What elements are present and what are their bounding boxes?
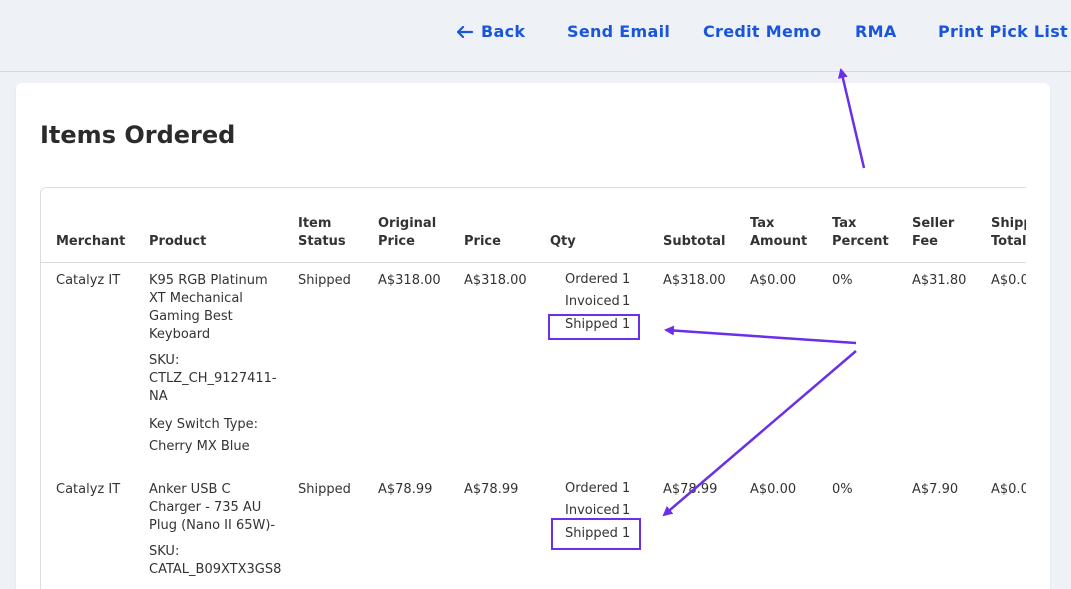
merchant-cell: Catalyz IT xyxy=(56,273,121,288)
print-pick-list-link[interactable]: Print Pick List xyxy=(938,22,1068,41)
back-link[interactable]: Back xyxy=(456,22,526,41)
col-header-tax-amount-line2: Amount xyxy=(750,234,808,249)
option-label: Key Switch Type: xyxy=(149,417,259,432)
sku-value-line: CATAL_B09XTX3GS8 xyxy=(149,562,282,577)
col-header-shipping-total-line2: Total xyxy=(991,234,1026,249)
product-name-line: Keyboard xyxy=(149,327,211,342)
product-name-line: XT Mechanical xyxy=(149,291,243,306)
status-cell: Shipped xyxy=(298,273,351,288)
col-header-seller-fee-line1: Seller xyxy=(912,216,955,231)
product-name-line: K95 RGB Platinum xyxy=(149,273,268,288)
header-divider xyxy=(41,262,1026,263)
subtotal-cell: A$78.99 xyxy=(663,482,718,497)
col-header-seller-fee: Seller Fee xyxy=(912,215,954,251)
rma-link[interactable]: RMA xyxy=(855,22,897,41)
col-header-item-status: Item Status xyxy=(298,215,346,251)
product-name-line: Plug (Nano II 65W)- xyxy=(149,518,276,533)
page-title: Items Ordered xyxy=(40,121,236,149)
sku-label: SKU: xyxy=(149,353,180,368)
col-header-subtotal: Subtotal xyxy=(663,234,726,249)
col-header-original-price-line1: Original xyxy=(378,216,437,231)
seller-fee-cell: A$31.80 xyxy=(912,273,967,288)
col-header-shipping-total-line1: Shipp xyxy=(991,216,1026,231)
qty-invoiced-value: 1 xyxy=(622,294,631,309)
product-cell[interactable]: K95 RGB Platinum XT Mechanical Gaming Be… xyxy=(149,272,277,456)
items-ordered-table: Merchant Product Item Status Original Pr… xyxy=(40,187,1026,589)
col-header-product: Product xyxy=(149,234,207,249)
product-name-line: Gaming Best xyxy=(149,309,233,324)
col-header-tax-percent: Tax Percent xyxy=(832,215,889,251)
status-cell: Shipped xyxy=(298,482,351,497)
original-price-cell: A$78.99 xyxy=(378,482,433,497)
qty-ordered-value: 1 xyxy=(622,481,631,496)
subtotal-cell: A$318.00 xyxy=(663,273,726,288)
col-header-merchant: Merchant xyxy=(56,234,126,249)
col-header-tax-amount-line1: Tax xyxy=(750,216,775,231)
qty-ordered-label: Ordered xyxy=(565,481,618,496)
back-label: Back xyxy=(481,22,526,41)
col-header-qty: Qty xyxy=(550,234,576,249)
credit-memo-link[interactable]: Credit Memo xyxy=(703,22,821,41)
top-action-bar: Back Send Email Credit Memo RMA Print Pi… xyxy=(0,0,1071,72)
col-header-seller-fee-line2: Fee xyxy=(912,234,938,249)
seller-fee-cell: A$7.90 xyxy=(912,482,959,497)
arrow-left-icon xyxy=(456,22,474,41)
tax-percent-cell: 0% xyxy=(832,482,853,497)
sku-label: SKU: xyxy=(149,544,180,559)
col-header-tax-amount: Tax Amount xyxy=(750,215,807,251)
price-cell: A$78.99 xyxy=(464,482,519,497)
send-email-link[interactable]: Send Email xyxy=(567,22,670,41)
sku-value-line: NA xyxy=(149,389,168,404)
col-header-tax-percent-line2: Percent xyxy=(832,234,889,249)
tax-amount-cell: A$0.00 xyxy=(750,482,797,497)
col-header-item-status-line2: Status xyxy=(298,234,346,249)
qty-invoiced-label: Invoiced xyxy=(565,503,620,518)
sku-value-line: CTLZ_CH_9127411- xyxy=(149,371,277,386)
qty-ordered-label: Ordered xyxy=(565,272,618,287)
tax-percent-cell: 0% xyxy=(832,273,853,288)
shipping-total-cell: A$0.0( xyxy=(991,482,1026,497)
col-header-original-price: Original Price xyxy=(378,215,436,251)
qty-invoiced-value: 1 xyxy=(622,503,631,518)
col-header-item-status-line1: Item xyxy=(298,216,332,231)
col-header-original-price-line2: Price xyxy=(378,234,415,249)
shipping-total-cell: A$0.0( xyxy=(991,273,1026,288)
qty-invoiced-label: Invoiced xyxy=(565,294,620,309)
original-price-cell: A$318.00 xyxy=(378,273,441,288)
merchant-cell: Catalyz IT xyxy=(56,482,121,497)
col-header-price: Price xyxy=(464,234,501,249)
product-name-line: Anker USB C xyxy=(149,482,231,497)
product-name-line: Charger - 735 AU xyxy=(149,500,262,515)
product-cell[interactable]: Anker USB C Charger - 735 AU Plug (Nano … xyxy=(149,481,281,579)
col-header-tax-percent-line1: Tax xyxy=(832,216,857,231)
shipped-highlight-box xyxy=(551,518,641,550)
tax-amount-cell: A$0.00 xyxy=(750,273,797,288)
col-header-shipping-total: Shipp Total xyxy=(991,215,1026,251)
price-cell: A$318.00 xyxy=(464,273,527,288)
qty-ordered-value: 1 xyxy=(622,272,631,287)
option-value: Cherry MX Blue xyxy=(149,439,250,454)
items-ordered-card: Items Ordered Merchant Product Item Stat… xyxy=(16,83,1050,589)
shipped-highlight-box xyxy=(548,314,640,340)
